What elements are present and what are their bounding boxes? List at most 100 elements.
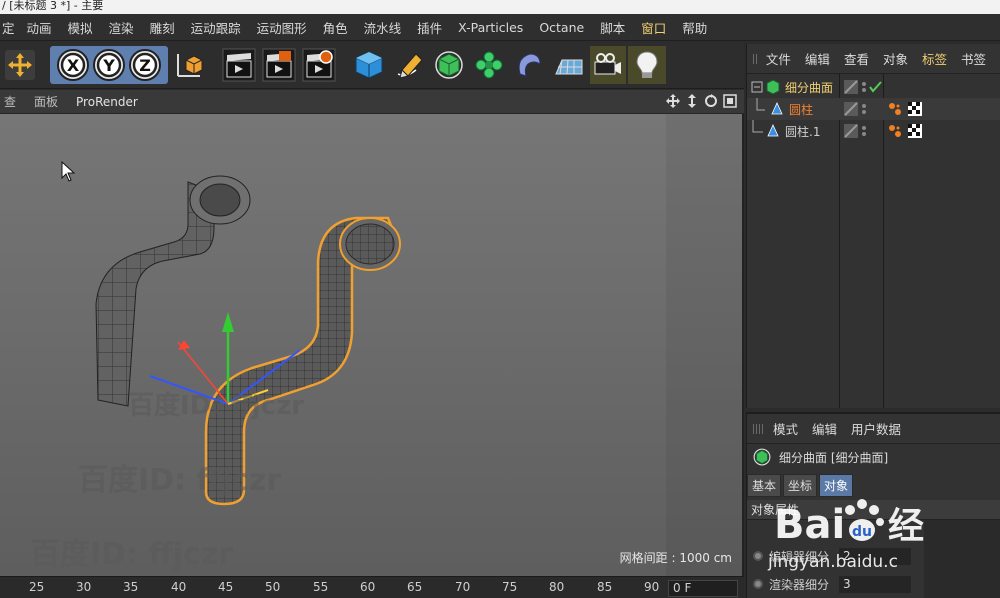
panel-grip-icon[interactable] bbox=[753, 53, 758, 64]
menu-item-animation[interactable]: 动画 bbox=[27, 18, 52, 37]
watermark-3: 百度ID: ffjczr bbox=[30, 537, 233, 572]
subdivision-surface-icon bbox=[435, 51, 463, 79]
object-row-cylinder[interactable]: 圆柱 bbox=[747, 98, 1000, 120]
add-floor-button[interactable] bbox=[550, 46, 588, 84]
add-camera-button[interactable] bbox=[590, 46, 626, 84]
add-spline-pen-button[interactable] bbox=[390, 46, 428, 84]
visibility-toggle-icon[interactable] bbox=[843, 79, 859, 95]
add-deformer-button[interactable] bbox=[510, 46, 548, 84]
object-row-subdivision[interactable]: 细分曲面 bbox=[747, 76, 1000, 98]
layer-dots-icon[interactable] bbox=[861, 124, 869, 138]
om-menu-edit[interactable]: 编辑 bbox=[805, 49, 830, 68]
timeline-tick: 40 bbox=[171, 580, 187, 594]
menu-item-window[interactable]: 窗口 bbox=[641, 18, 666, 37]
menu-item-script[interactable]: 脚本 bbox=[600, 18, 625, 37]
add-cloner-button[interactable] bbox=[470, 46, 508, 84]
x-axis-icon[interactable]: X bbox=[55, 47, 91, 83]
coordinate-system-button[interactable] bbox=[170, 46, 208, 84]
visibility-toggle-icon[interactable] bbox=[843, 101, 859, 117]
window-title-bar: / [未标题 3 *] - 主要 bbox=[0, 0, 1000, 14]
phong-tag-icon[interactable] bbox=[887, 123, 903, 139]
menu-item-simulate[interactable]: 模拟 bbox=[68, 18, 93, 37]
panel-grip-icon[interactable] bbox=[753, 423, 765, 434]
axis-lock-group: X Y Z bbox=[50, 46, 168, 84]
add-light-button[interactable] bbox=[628, 46, 666, 84]
render-settings-button[interactable] bbox=[300, 46, 338, 84]
main-menu-bar: 定 动画 模拟 渲染 雕刻 运动跟踪 运动图形 角色 流水线 插件 X-Part… bbox=[0, 14, 1000, 41]
watermark-1: 百度ID: ffjczr bbox=[128, 390, 304, 421]
timeline-tick: 70 bbox=[455, 580, 471, 594]
pen-spline-icon bbox=[397, 53, 423, 79]
menu-item-help[interactable]: 帮助 bbox=[682, 18, 707, 37]
enabled-check-icon[interactable] bbox=[861, 80, 883, 94]
menu-item-octane[interactable]: Octane bbox=[539, 20, 584, 35]
om-menu-tags[interactable]: 标签 bbox=[922, 49, 947, 68]
svg-text:经: 经 bbox=[888, 506, 924, 547]
floor-grid-icon bbox=[555, 59, 583, 75]
material-tag-icon[interactable] bbox=[907, 123, 923, 139]
object-manager-panel: 文件 编辑 查看 对象 标签 书签 细分曲面 圆柱 圆柱.1 bbox=[746, 44, 1000, 408]
om-menu-view[interactable]: 查看 bbox=[844, 49, 869, 68]
layer-dots-icon[interactable] bbox=[861, 102, 869, 116]
render-view-button[interactable] bbox=[220, 46, 258, 84]
material-tag-icon[interactable] bbox=[907, 101, 923, 117]
timeline-tick: 50 bbox=[265, 580, 281, 594]
menu-item-motion-tracking[interactable]: 运动跟踪 bbox=[191, 18, 241, 37]
visibility-toggle-icon[interactable] bbox=[843, 123, 859, 139]
rotate-view-icon[interactable] bbox=[703, 93, 719, 109]
menu-item-pipeline[interactable]: 流水线 bbox=[364, 18, 402, 37]
menu-item-sculpt[interactable]: 雕刻 bbox=[150, 18, 175, 37]
z-axis-icon[interactable]: Z bbox=[127, 47, 163, 83]
viewport-scene: 百度ID: ffjczr 百度ID: ffjczr 百度ID: ffjczr bbox=[30, 160, 401, 572]
renderer-subdivision-field[interactable]: 3 bbox=[839, 576, 911, 593]
viewport-menu-prorender[interactable]: ProRender bbox=[76, 95, 138, 109]
cylinder-icon bbox=[771, 102, 783, 115]
viewport-header: 查 面板 ProRender bbox=[0, 90, 744, 114]
am-menu-mode[interactable]: 模式 bbox=[773, 419, 798, 438]
render-picture-viewer-button[interactable] bbox=[260, 46, 298, 84]
mouse-cursor-icon bbox=[61, 160, 76, 182]
attribute-object-title: 细分曲面 [细分曲面] bbox=[779, 450, 889, 465]
move-view-icon[interactable] bbox=[665, 93, 681, 109]
timeline-tick: 85 bbox=[597, 580, 613, 594]
menu-item-character[interactable]: 角色 bbox=[323, 18, 348, 37]
menu-item-mograph[interactable]: 运动图形 bbox=[257, 18, 307, 37]
3d-viewport[interactable]: 百度ID: ffjczr 百度ID: ffjczr 百度ID: ffjczr 网… bbox=[0, 114, 744, 576]
menu-item-render[interactable]: 渲染 bbox=[109, 18, 134, 37]
toggle-view-icon[interactable] bbox=[722, 93, 738, 109]
menu-item-x-particles[interactable]: X-Particles bbox=[458, 20, 523, 35]
move-tool-button[interactable] bbox=[2, 46, 38, 84]
zoom-view-icon[interactable] bbox=[684, 93, 700, 109]
timeline-tick: 30 bbox=[76, 580, 92, 594]
om-menu-bookmarks[interactable]: 书签 bbox=[961, 49, 986, 68]
add-subdivision-surface-button[interactable] bbox=[430, 46, 468, 84]
menu-item-plugins[interactable]: 插件 bbox=[417, 18, 442, 37]
move-arrows-icon bbox=[5, 50, 35, 80]
viewport-menu-view[interactable]: 查 bbox=[4, 93, 16, 110]
phong-tag-icon[interactable] bbox=[887, 101, 903, 117]
om-menu-file[interactable]: 文件 bbox=[766, 49, 791, 68]
timeline-ruler[interactable]: 25 30 35 40 45 50 55 60 65 70 75 80 85 9… bbox=[0, 576, 744, 598]
om-menu-objects[interactable]: 对象 bbox=[883, 49, 908, 68]
timeline-tick: 35 bbox=[123, 580, 139, 594]
svg-text:Z: Z bbox=[139, 56, 151, 75]
add-cube-button[interactable] bbox=[350, 46, 388, 84]
cylinder-mesh-selected bbox=[204, 216, 401, 506]
subdivision-surface-icon bbox=[766, 79, 780, 95]
tree-collapse-icon[interactable] bbox=[751, 81, 763, 93]
y-axis-icon[interactable]: Y bbox=[91, 47, 127, 83]
am-menu-edit[interactable]: 编辑 bbox=[812, 419, 837, 438]
animate-radio-icon[interactable] bbox=[753, 579, 763, 589]
timeline-tick: 45 bbox=[218, 580, 234, 594]
timeline-tick: 55 bbox=[313, 580, 329, 594]
world-coordinate-icon bbox=[177, 54, 203, 77]
am-menu-user-data[interactable]: 用户数据 bbox=[851, 419, 901, 438]
grid-spacing-readout: 网格间距 : 1000 cm bbox=[619, 551, 732, 565]
object-row-cylinder-1[interactable]: 圆柱.1 bbox=[747, 120, 1000, 142]
current-frame-field[interactable]: 0 F bbox=[668, 580, 738, 597]
viewport-menu-panel[interactable]: 面板 bbox=[34, 93, 58, 110]
menu-item-edit-fragment[interactable]: 定 bbox=[2, 18, 15, 37]
clapperboard-icon bbox=[222, 48, 256, 82]
animate-radio-icon[interactable] bbox=[753, 551, 763, 561]
attribute-object-header: 细分曲面 [细分曲面] bbox=[753, 448, 888, 466]
